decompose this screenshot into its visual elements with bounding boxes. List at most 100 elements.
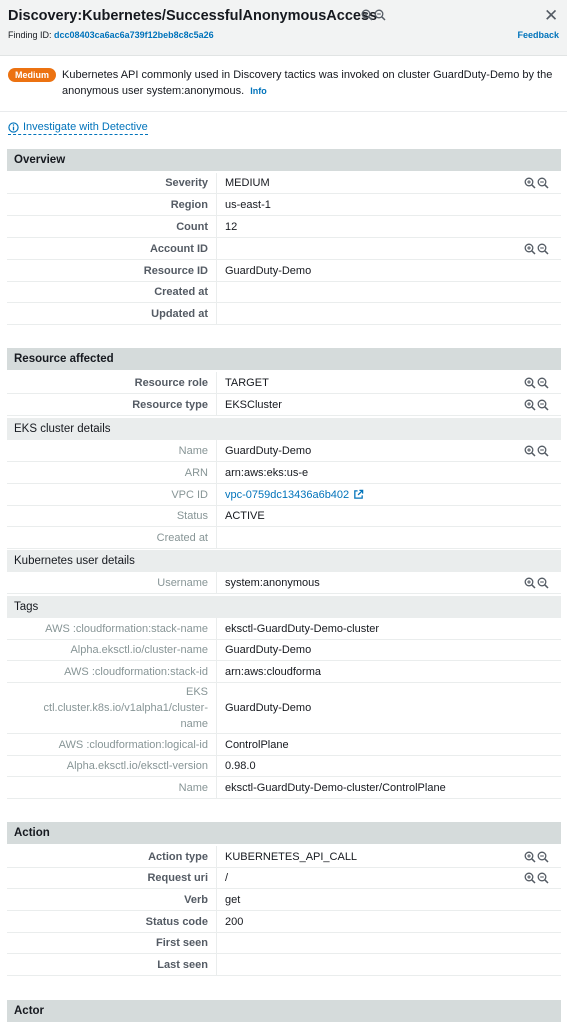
detail-value: 12 (225, 220, 238, 233)
detail-key: Count (176, 220, 208, 233)
tag-key: Alpha.eksctl.io/eksctl-version (66, 760, 208, 772)
zoom-in-icon[interactable] (361, 9, 373, 21)
zoom-in-icon[interactable] (524, 577, 536, 589)
zoom-out-icon[interactable] (537, 577, 549, 589)
detail-key: Resource role (134, 376, 208, 389)
tag-row: AWS :cloudformation:stack-name eksctl-Gu… (7, 618, 561, 640)
tag-row: EKS ctl.cluster.k8s.io/v1alpha1/cluster-n… (7, 683, 561, 734)
zoom-out-icon[interactable] (537, 177, 549, 189)
zoom-out-icon[interactable] (537, 377, 549, 389)
tag-row: Name eksctl-GuardDuty-Demo-cluster/Contr… (7, 777, 561, 799)
tag-value: eksctl-GuardDuty-Demo-cluster/ControlPla… (225, 781, 446, 794)
detail-row-eks-arn: ARN arn:aws:eks:us-e (7, 462, 561, 484)
finding-id-value[interactable]: dcc08403ca6ac6a739f12beb8c8c5a26 (54, 30, 214, 40)
detail-key: ARN (184, 466, 208, 479)
tag-key: Name (178, 781, 208, 794)
actor-header: Actor (7, 1000, 561, 1022)
filter-actions (524, 868, 549, 888)
finding-id-line: Finding ID: dcc08403ca6ac6a739f12beb8c8c… (8, 30, 214, 40)
finding-description: Kubernetes API commonly used in Discover… (62, 67, 562, 99)
zoom-in-icon[interactable] (524, 377, 536, 389)
title-filter-actions (361, 9, 386, 21)
detail-key: Account ID (149, 242, 208, 255)
detail-key: First seen (156, 937, 208, 949)
zoom-out-icon[interactable] (537, 445, 549, 457)
zoom-out-icon[interactable] (537, 872, 549, 884)
finding-id-label: Finding ID: (8, 30, 52, 40)
tag-value: 0.98.0 (225, 760, 256, 772)
detail-row-account-id: Account ID (7, 238, 561, 260)
zoom-in-icon[interactable] (524, 177, 536, 189)
zoom-in-icon[interactable] (524, 445, 536, 457)
filter-actions (524, 173, 549, 193)
detail-row-region: Region us-east-1 (7, 194, 561, 216)
detail-key: Severity (165, 177, 208, 189)
close-icon[interactable]: ✕ (544, 6, 558, 26)
detail-row-eks-vpc-id: VPC ID vpc-0759dc13436a6b402 (7, 484, 561, 506)
detail-value: KUBERNETES_API_CALL (225, 850, 358, 863)
tag-key: Alpha.eksctl.io/cluster-name (70, 644, 208, 656)
vpc-id-text: vpc-0759dc13436a6b402 (225, 488, 350, 501)
detail-key: Name (178, 444, 208, 457)
tag-value: ControlPlane (225, 738, 289, 751)
tag-row: Alpha.eksctl.io/cluster-name GuardDuty-D… (7, 640, 561, 661)
info-circle-icon (8, 121, 19, 133)
tag-row: Alpha.eksctl.io/eksctl-version 0.98.0 (7, 756, 561, 777)
filter-actions (524, 238, 549, 259)
detail-value: us-east-1 (225, 198, 271, 211)
zoom-in-icon[interactable] (524, 851, 536, 863)
feedback-link[interactable]: Feedback (517, 30, 559, 40)
detail-row-request-uri: Request uri / (7, 868, 561, 889)
zoom-out-icon[interactable] (537, 243, 549, 255)
tag-value: GuardDuty-Demo (225, 702, 312, 714)
info-link[interactable]: Info (250, 86, 267, 96)
detail-row-count: Count 12 (7, 216, 561, 238)
detail-row-status-code: Status code 200 (7, 911, 561, 933)
tag-key: EKS ctl.cluster.k8s.io/v1alpha1/cluster-n… (43, 686, 208, 730)
kubernetes-user-details-header: Kubernetes user details (7, 550, 561, 572)
zoom-in-icon[interactable] (524, 243, 536, 255)
detail-key: Username (157, 576, 208, 589)
tag-value: arn:aws:cloudforma (225, 665, 321, 678)
filter-actions (524, 394, 549, 415)
zoom-in-icon[interactable] (524, 872, 536, 884)
detail-key: Status code (145, 915, 208, 928)
zoom-out-icon[interactable] (537, 399, 549, 411)
overview-header: Overview (7, 149, 561, 171)
filter-actions (524, 846, 549, 867)
detail-row-last-seen: Last seen (7, 954, 561, 976)
detail-row-severity: Severity MEDIUM (7, 173, 561, 194)
filter-actions (524, 372, 549, 393)
vpc-id-link[interactable]: vpc-0759dc13436a6b402 (225, 484, 364, 505)
finding-header: Discovery:Kubernetes/SuccessfulAnonymous… (0, 0, 567, 56)
tag-key: AWS :cloudformation:stack-name (45, 622, 208, 635)
detail-key: Verb (184, 893, 208, 906)
detail-value: GuardDuty-Demo (225, 264, 312, 277)
filter-actions (524, 572, 549, 593)
detail-row-resource-role: Resource role TARGET (7, 372, 561, 394)
detail-value: MEDIUM (225, 177, 270, 189)
detail-key: Request uri (147, 872, 208, 884)
zoom-out-icon[interactable] (537, 851, 549, 863)
zoom-out-icon[interactable] (374, 9, 386, 21)
zoom-in-icon[interactable] (524, 399, 536, 411)
detail-row-username: Username system:anonymous (7, 572, 561, 594)
eks-cluster-details-header: EKS cluster details (7, 418, 561, 440)
detail-value: arn:aws:eks:us-e (225, 466, 309, 479)
tags-header: Tags (7, 596, 561, 618)
severity-badge: Medium (8, 68, 57, 82)
detail-row-eks-status: Status ACTIVE (7, 506, 561, 527)
detail-row-resource-type: Resource type EKSCluster (7, 394, 561, 416)
detail-value: EKSCluster (225, 398, 282, 411)
tag-key: AWS :cloudformation:stack-id (64, 665, 208, 678)
tag-row: AWS :cloudformation:stack-id arn:aws:clo… (7, 661, 561, 683)
detail-value: / (225, 872, 229, 884)
detail-key: Region (170, 198, 208, 211)
detail-row-eks-created-at: Created at (7, 527, 561, 549)
detail-value: get (225, 893, 241, 906)
action-header: Action (7, 822, 561, 844)
detail-key: Action type (148, 850, 208, 863)
detail-value: system:anonymous (225, 576, 320, 589)
tag-value: eksctl-GuardDuty-Demo-cluster (225, 622, 380, 635)
investigate-detective-link[interactable]: Investigate with Detective (8, 121, 148, 135)
